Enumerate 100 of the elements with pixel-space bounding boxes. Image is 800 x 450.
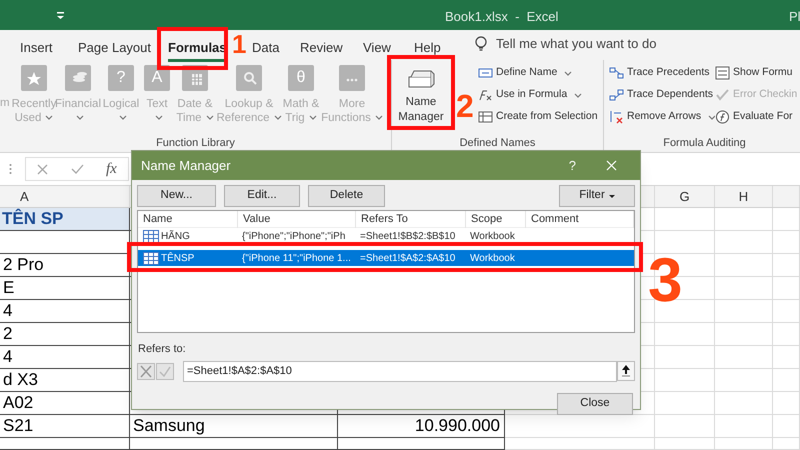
collapse-icon [617, 361, 635, 381]
lightbulb-icon [474, 36, 488, 52]
table-icon [143, 252, 159, 264]
sheet-icon [715, 66, 730, 80]
ribbon-button[interactable]: Trace Precedents [609, 62, 715, 84]
dialog-button[interactable]: New... [137, 185, 216, 207]
column-header[interactable]: Name [138, 211, 238, 228]
table-cell [715, 300, 773, 323]
name-manager-button[interactable]: Name Manager [392, 60, 450, 125]
window-title: Book1.xlsx - Excel [445, 8, 558, 26]
close-button[interactable]: Close [557, 392, 633, 414]
table-cell [715, 369, 773, 392]
book-icon [21, 65, 47, 91]
account-name: Pl [789, 8, 800, 26]
dropdown-arrow-icon [608, 194, 615, 198]
column-header[interactable]: Comment [526, 211, 634, 228]
group-label: Defined Names [458, 136, 536, 151]
enter-icon [70, 163, 84, 175]
header-cell: TÊN SP [0, 208, 130, 231]
book-icon [339, 65, 365, 91]
table-cell [773, 392, 800, 415]
table-cell [773, 438, 800, 450]
table-cell [715, 392, 773, 415]
table-cell [773, 277, 800, 300]
table-cell: 4 [0, 300, 130, 323]
close-icon [606, 160, 617, 171]
confirm-icon [156, 362, 174, 380]
table-cell [715, 346, 773, 369]
tell-me-search[interactable]: Tell me what you want to do [496, 34, 656, 54]
ribbon-button[interactable]: Evaluate For [715, 106, 798, 128]
group-label: Function Library [155, 136, 236, 151]
table-cell [655, 392, 715, 415]
dialog-button[interactable]: Delete [308, 185, 385, 207]
book-icon [65, 65, 91, 91]
table-cell [715, 438, 773, 450]
dialog-title: Name Manager [141, 156, 231, 175]
trace-arrow-icon [609, 66, 624, 80]
column-header[interactable]: Refers To [356, 211, 466, 228]
table-cell: d X3 [0, 369, 130, 392]
check-icon [715, 88, 730, 102]
refers-to-field[interactable]: =Sheet1!$A$2:$A$10 [183, 360, 617, 382]
filter-button[interactable]: Filter [559, 185, 635, 207]
table-cell: S21 [0, 415, 130, 438]
ribbon-tab[interactable]: View [363, 38, 391, 58]
name-cell-text: HÃNG [161, 229, 190, 244]
ribbon-button[interactable]: Remove Arrows [609, 106, 715, 128]
ribbon-tab[interactable]: Insert [20, 38, 53, 58]
card-file-icon [406, 68, 436, 90]
table-cell: A02 [0, 392, 130, 415]
step-number: 3 [648, 250, 682, 312]
table-cell [773, 415, 800, 438]
column-header[interactable]: A [0, 186, 130, 207]
refers-to-label: Refers to: [137, 342, 187, 357]
table-icon [143, 230, 159, 242]
ribbon-button[interactable]: Trace Dependents [609, 84, 715, 106]
table-cell: E [0, 277, 130, 300]
column-header[interactable]: H [715, 186, 773, 207]
table-cell [715, 231, 773, 254]
table-cell [715, 415, 773, 438]
table-cell: 2 [0, 323, 130, 346]
table-cell [655, 438, 715, 450]
ribbon-tab[interactable]: Help [414, 38, 441, 58]
table-cell [773, 369, 800, 392]
table-cell: 10.990.000 [338, 415, 505, 438]
table-cell: 2 Pro [0, 254, 130, 277]
tag-icon [478, 66, 493, 80]
book-icon [236, 65, 262, 91]
ribbon-button[interactable]: Use in Formula [478, 84, 598, 106]
column-header[interactable]: G [655, 186, 715, 207]
trace-arrow-icon [609, 88, 624, 102]
table-cell [773, 323, 800, 346]
table-cell [715, 277, 773, 300]
cancel-icon [137, 362, 155, 380]
ribbon-button[interactable]: Create from Selection [478, 106, 598, 128]
step-number: 1 [232, 31, 246, 57]
name-row[interactable]: HÃNG {"iPhone";"iPhone";"iPh =Sheet1!$B$2:$B$10 Workbook [138, 228, 634, 244]
dialog-button[interactable]: Edit... [224, 185, 300, 207]
remove-arrows-icon [609, 110, 624, 124]
column-header[interactable]: Value [238, 211, 356, 228]
ribbon-tab[interactable]: Page Layout [78, 38, 152, 58]
name-cell-text: TÊNSP [161, 251, 194, 266]
ribbon-tab[interactable]: Data [252, 38, 280, 58]
table-cell [773, 254, 800, 277]
name-row[interactable]: TÊNSP {"iPhone 11";"iPhone 1... =Sheet1!$A$2:$A$10 Workbook [138, 250, 634, 266]
insert-function-button[interactable]: fx [106, 158, 117, 180]
table-cell [773, 300, 800, 323]
highlight-frame [157, 27, 228, 70]
book-icon: ? [108, 65, 134, 91]
table-cell [773, 231, 800, 254]
column-header[interactable]: Scope [466, 211, 526, 228]
table-icon [478, 110, 493, 124]
table-cell [655, 415, 715, 438]
table-cell [773, 346, 800, 369]
cancel-icon [37, 164, 48, 174]
table-cell [715, 254, 773, 277]
ribbon-tab[interactable]: Review [300, 38, 343, 58]
table-cell: Samsung [130, 415, 338, 438]
dropdown-arrow-icon [57, 12, 64, 19]
ribbon-button[interactable]: Show Formu [715, 62, 798, 84]
ribbon-button[interactable]: Define Name [478, 62, 598, 84]
